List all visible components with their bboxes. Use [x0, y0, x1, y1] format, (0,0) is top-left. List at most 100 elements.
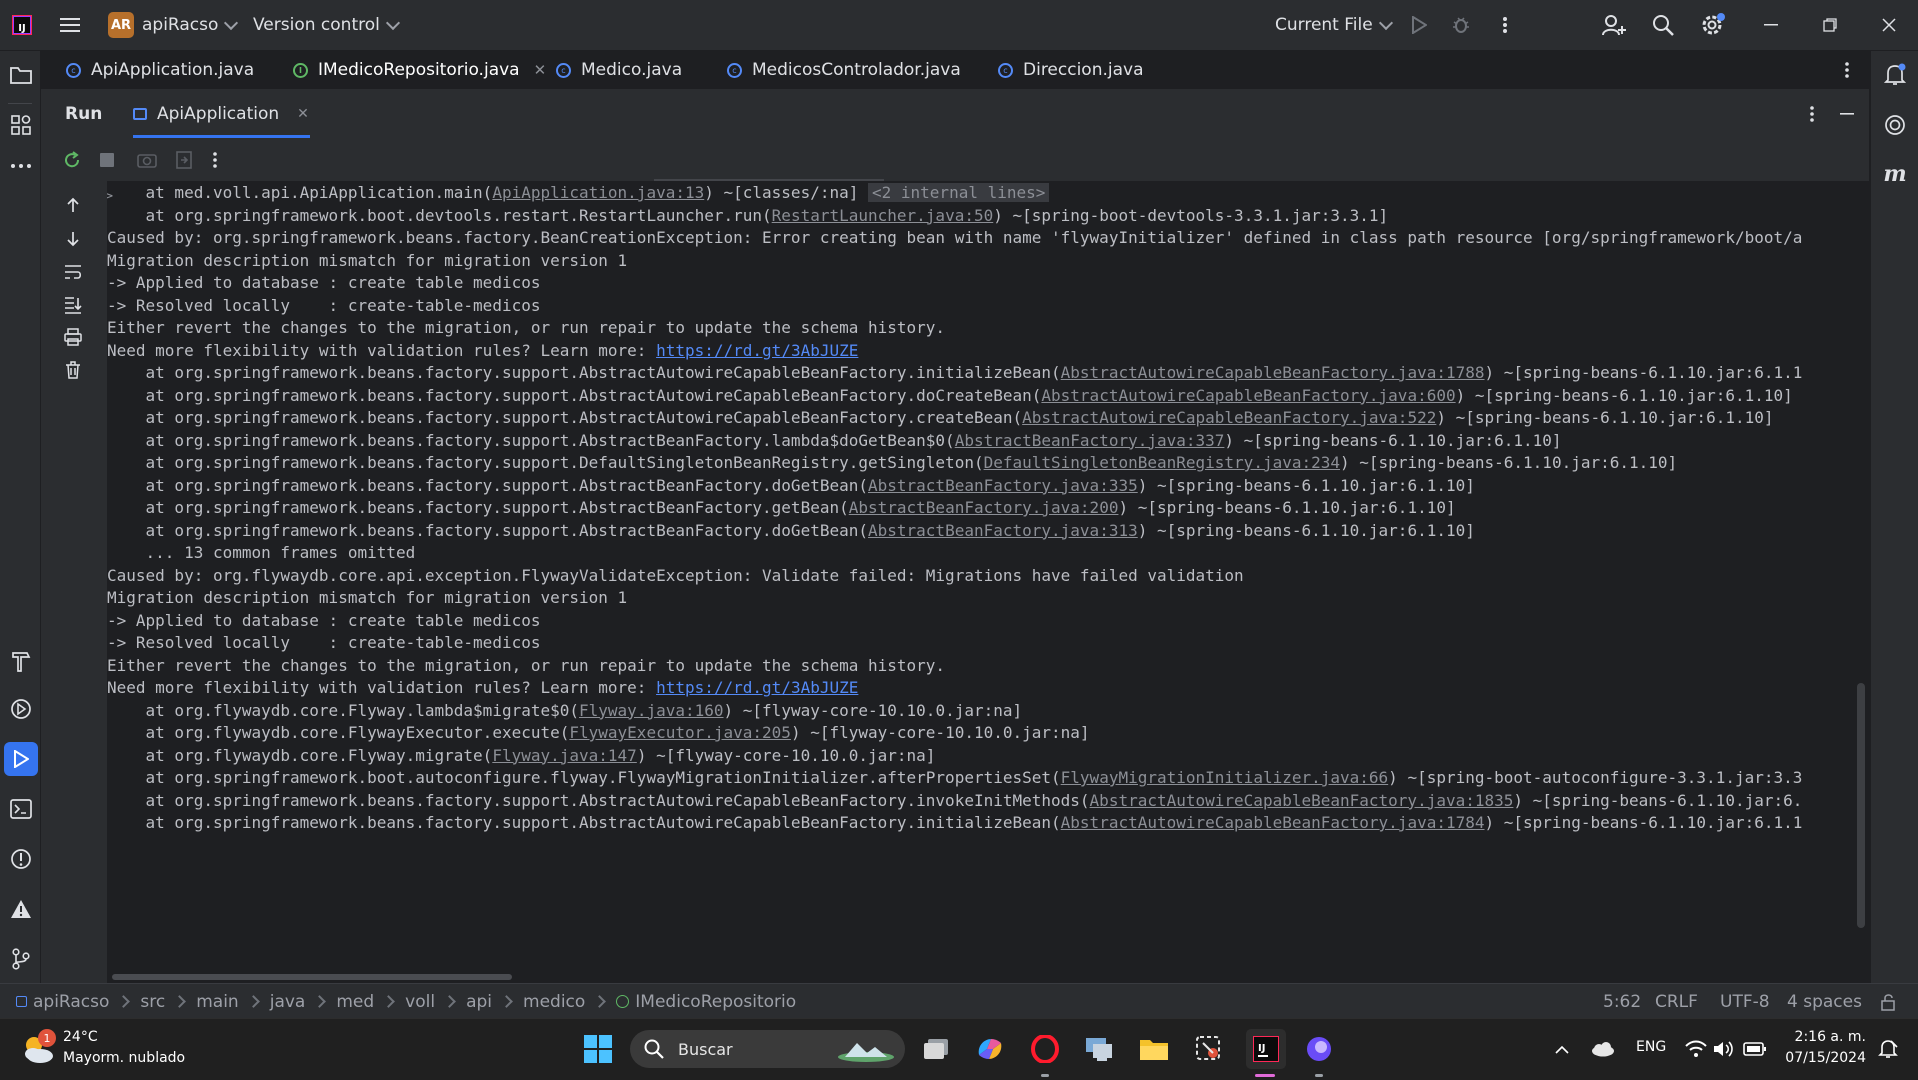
source-link[interactable]: AbstractBeanFactory.java:200 [849, 498, 1119, 517]
source-link[interactable]: AbstractBeanFactory.java:335 [868, 476, 1138, 495]
docs-url-link[interactable]: https://rd.gt/3AbJUZE [656, 678, 858, 697]
add-user-icon[interactable] [1601, 12, 1627, 38]
source-link[interactable]: AbstractBeanFactory.java:313 [868, 521, 1138, 540]
git-branch-icon[interactable] [9, 947, 33, 971]
copilot-icon[interactable] [974, 1033, 1006, 1065]
debug-icon[interactable] [1450, 14, 1472, 36]
more-tools-icon[interactable] [9, 154, 33, 178]
stop-icon[interactable] [97, 150, 117, 170]
services-icon[interactable] [9, 697, 33, 721]
tab-close-icon[interactable]: ✕ [534, 61, 547, 79]
source-link[interactable]: FlywayMigrationInitializer.java:66 [1061, 768, 1389, 787]
close-icon[interactable] [1878, 14, 1900, 36]
clock-date[interactable]: 07/15/2024 [1780, 1050, 1866, 1066]
remote-desktop-icon[interactable] [1083, 1033, 1115, 1065]
weather-icon[interactable]: 1 [20, 1029, 56, 1067]
chevron-up-icon[interactable] [1550, 1037, 1574, 1061]
line-separator[interactable]: CRLF [1655, 984, 1698, 1019]
file-encoding[interactable]: UTF-8 [1720, 984, 1770, 1019]
main-menu-icon[interactable] [60, 0, 80, 50]
breadcrumb-item[interactable]: main [196, 992, 238, 1012]
settings-icon[interactable] [1699, 11, 1727, 39]
run-icon[interactable] [1408, 14, 1430, 36]
source-link[interactable]: AbstractAutowireCapableBeanFactory.java:… [1061, 363, 1485, 382]
hide-panel-icon[interactable] [1836, 103, 1858, 125]
source-link[interactable]: ApiApplication.java:13 [492, 183, 704, 202]
source-link[interactable]: DefaultSingletonBeanRegistry.java:234 [984, 453, 1340, 472]
print-icon[interactable] [63, 327, 83, 347]
docs-url-link[interactable]: https://rd.gt/3AbJUZE [656, 341, 858, 360]
camera-icon[interactable] [137, 150, 157, 170]
search-icon[interactable] [1650, 12, 1676, 38]
indent-setting[interactable]: 4 spaces [1787, 984, 1862, 1019]
warning-icon[interactable] [9, 897, 33, 921]
breadcrumb-item[interactable]: apiRacso [33, 992, 109, 1012]
terminal-icon[interactable] [9, 797, 33, 821]
breadcrumb-item[interactable]: med [336, 992, 374, 1012]
source-link[interactable]: AbstractAutowireCapableBeanFactory.java:… [1041, 386, 1455, 405]
taskbar-search[interactable]: Buscar [630, 1030, 905, 1068]
maven-icon[interactable]: m [1883, 161, 1907, 187]
windows-start-icon[interactable] [582, 1033, 614, 1065]
volume-icon[interactable] [1712, 1037, 1736, 1061]
breadcrumb-item[interactable]: api [466, 992, 492, 1012]
down-arrow-icon[interactable] [63, 229, 83, 249]
exit-icon[interactable] [174, 150, 194, 170]
rerun-icon[interactable] [62, 150, 82, 170]
tabs-more-icon[interactable] [1836, 59, 1858, 81]
wifi-icon[interactable] [1684, 1037, 1708, 1061]
onedrive-icon[interactable] [1588, 1037, 1616, 1061]
source-link[interactable]: AbstractAutowireCapableBeanFactory.java:… [1022, 408, 1436, 427]
caret-position[interactable]: 5:62 [1603, 984, 1641, 1019]
run-options-icon[interactable] [1801, 103, 1823, 125]
file-explorer-icon[interactable] [1138, 1033, 1170, 1065]
source-link[interactable]: AbstractAutowireCapableBeanFactory.java:… [1061, 813, 1485, 832]
structure-icon[interactable] [9, 113, 33, 137]
snipping-tool-icon[interactable] [1193, 1033, 1225, 1065]
version-control-menu[interactable]: Version control [253, 0, 400, 50]
build-hammer-icon[interactable] [9, 649, 33, 673]
notifications-icon[interactable] [1883, 63, 1907, 87]
notification-bell-icon[interactable] [1875, 1037, 1901, 1061]
input-language[interactable]: ENG [1636, 1039, 1666, 1055]
problems-icon[interactable] [9, 847, 33, 871]
source-link[interactable]: Flyway.java:160 [579, 701, 724, 720]
tab-direccion[interactable]: c Direccion.java [998, 51, 1144, 89]
toolbar-more-icon[interactable] [207, 150, 223, 170]
breadcrumb-item[interactable]: voll [405, 992, 435, 1012]
soft-wrap-icon[interactable] [63, 262, 83, 282]
internal-lines-toggle[interactable]: <2 internal lines> [868, 183, 1050, 202]
scroll-to-end-icon[interactable] [63, 295, 83, 315]
source-link[interactable]: FlywayExecutor.java:205 [569, 723, 791, 742]
source-link[interactable]: Flyway.java:147 [492, 746, 637, 765]
tab-medico[interactable]: c Medico.java [556, 51, 682, 89]
project-selector[interactable]: AR apiRacso [108, 0, 239, 50]
folder-icon[interactable] [9, 63, 33, 87]
breadcrumb-item[interactable]: medico [523, 992, 585, 1012]
horizontal-scrollbar[interactable] [112, 974, 512, 980]
restore-icon[interactable] [1819, 14, 1841, 36]
tab-apiapplication[interactable]: c ApiApplication.java [66, 51, 254, 89]
browser-icon[interactable] [1303, 1033, 1335, 1065]
tab-medicoscontrolador[interactable]: c MedicosControlador.java [727, 51, 961, 89]
battery-icon[interactable] [1742, 1037, 1768, 1061]
trash-icon[interactable] [63, 360, 83, 380]
source-link[interactable]: AbstractAutowireCapableBeanFactory.java:… [1090, 791, 1514, 810]
vertical-scrollbar[interactable] [1857, 683, 1865, 928]
run-tab-apiapplication[interactable]: ApiApplication ✕ [133, 89, 309, 139]
run-tab-close-icon[interactable]: ✕ [297, 106, 309, 122]
intellij-taskbar-icon[interactable]: IJ [1246, 1029, 1286, 1069]
up-arrow-icon[interactable] [63, 195, 83, 215]
run-config-selector[interactable]: Current File [1275, 0, 1393, 50]
breadcrumb-item[interactable]: IMedicoRepositorio [635, 992, 796, 1012]
intellij-logo-icon[interactable]: IJ [12, 0, 32, 50]
task-view-icon[interactable] [920, 1033, 952, 1065]
console-output[interactable]: > at med.voll.api.ApiApplication.main(Ap… [107, 181, 1870, 983]
breadcrumb-item[interactable]: src [140, 992, 165, 1012]
minimize-icon[interactable] [1760, 14, 1782, 36]
run-tool-icon[interactable] [4, 742, 38, 776]
source-link[interactable]: AbstractBeanFactory.java:337 [955, 431, 1225, 450]
ai-assistant-icon[interactable] [1883, 113, 1907, 137]
opera-icon[interactable] [1029, 1033, 1061, 1065]
more-actions-icon[interactable] [1494, 14, 1516, 36]
